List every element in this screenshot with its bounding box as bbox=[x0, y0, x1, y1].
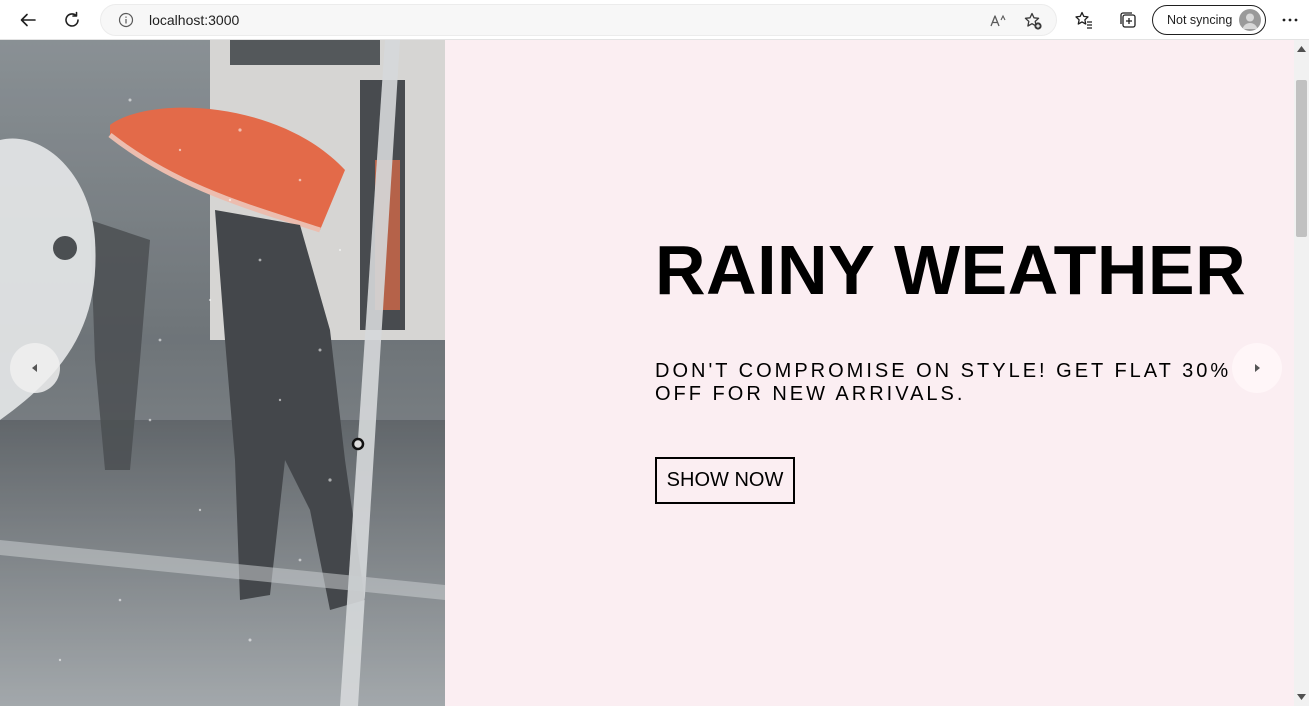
back-button[interactable] bbox=[13, 5, 43, 35]
back-arrow-icon bbox=[20, 13, 36, 27]
scroll-up-arrow-icon bbox=[1297, 46, 1306, 52]
browser-toolbar: localhost:3000 Not syncing bbox=[0, 0, 1309, 40]
sync-status-label: Not syncing bbox=[1167, 13, 1233, 27]
scroll-down-arrow-icon bbox=[1297, 694, 1306, 700]
slider-next-button[interactable] bbox=[1232, 343, 1282, 393]
caret-right-icon bbox=[1255, 364, 1260, 372]
site-info-icon[interactable] bbox=[118, 12, 134, 28]
hero-description: DON'T COMPROMISE ON STYLE! GET FLAT 30% … bbox=[655, 360, 1232, 405]
rainy-umbrella-photo bbox=[0, 40, 445, 706]
scroll-down-button[interactable] bbox=[1294, 690, 1309, 704]
favorites-button[interactable] bbox=[1069, 5, 1099, 35]
collections-button[interactable] bbox=[1113, 5, 1143, 35]
slider-prev-button[interactable] bbox=[10, 343, 60, 393]
favorites-icon bbox=[1075, 11, 1092, 29]
hero-info: RAINY WEATHER DON'T COMPROMISE ON STYLE!… bbox=[655, 40, 1255, 706]
add-favorite-icon[interactable] bbox=[1023, 11, 1043, 31]
collections-icon bbox=[1120, 12, 1136, 28]
caret-left-icon bbox=[32, 364, 37, 372]
profile-sync-button[interactable]: Not syncing bbox=[1152, 5, 1266, 35]
settings-menu-button[interactable] bbox=[1275, 5, 1305, 35]
hero-image bbox=[0, 40, 445, 706]
hero-title: RAINY WEATHER bbox=[655, 231, 1247, 309]
url-text[interactable]: localhost:3000 bbox=[149, 12, 239, 28]
scrollbar-thumb[interactable] bbox=[1296, 80, 1307, 237]
address-bar[interactable]: localhost:3000 bbox=[100, 4, 1057, 36]
hero-slider: RAINY WEATHER DON'T COMPROMISE ON STYLE!… bbox=[0, 40, 1294, 706]
avatar bbox=[1239, 9, 1261, 31]
more-options-icon bbox=[1282, 18, 1298, 22]
vertical-scrollbar[interactable] bbox=[1294, 40, 1309, 706]
refresh-button[interactable] bbox=[57, 5, 87, 35]
show-now-button[interactable]: SHOW NOW bbox=[655, 457, 795, 504]
read-aloud-icon[interactable] bbox=[988, 11, 1008, 31]
scroll-up-button[interactable] bbox=[1294, 42, 1309, 56]
refresh-icon bbox=[65, 11, 79, 27]
